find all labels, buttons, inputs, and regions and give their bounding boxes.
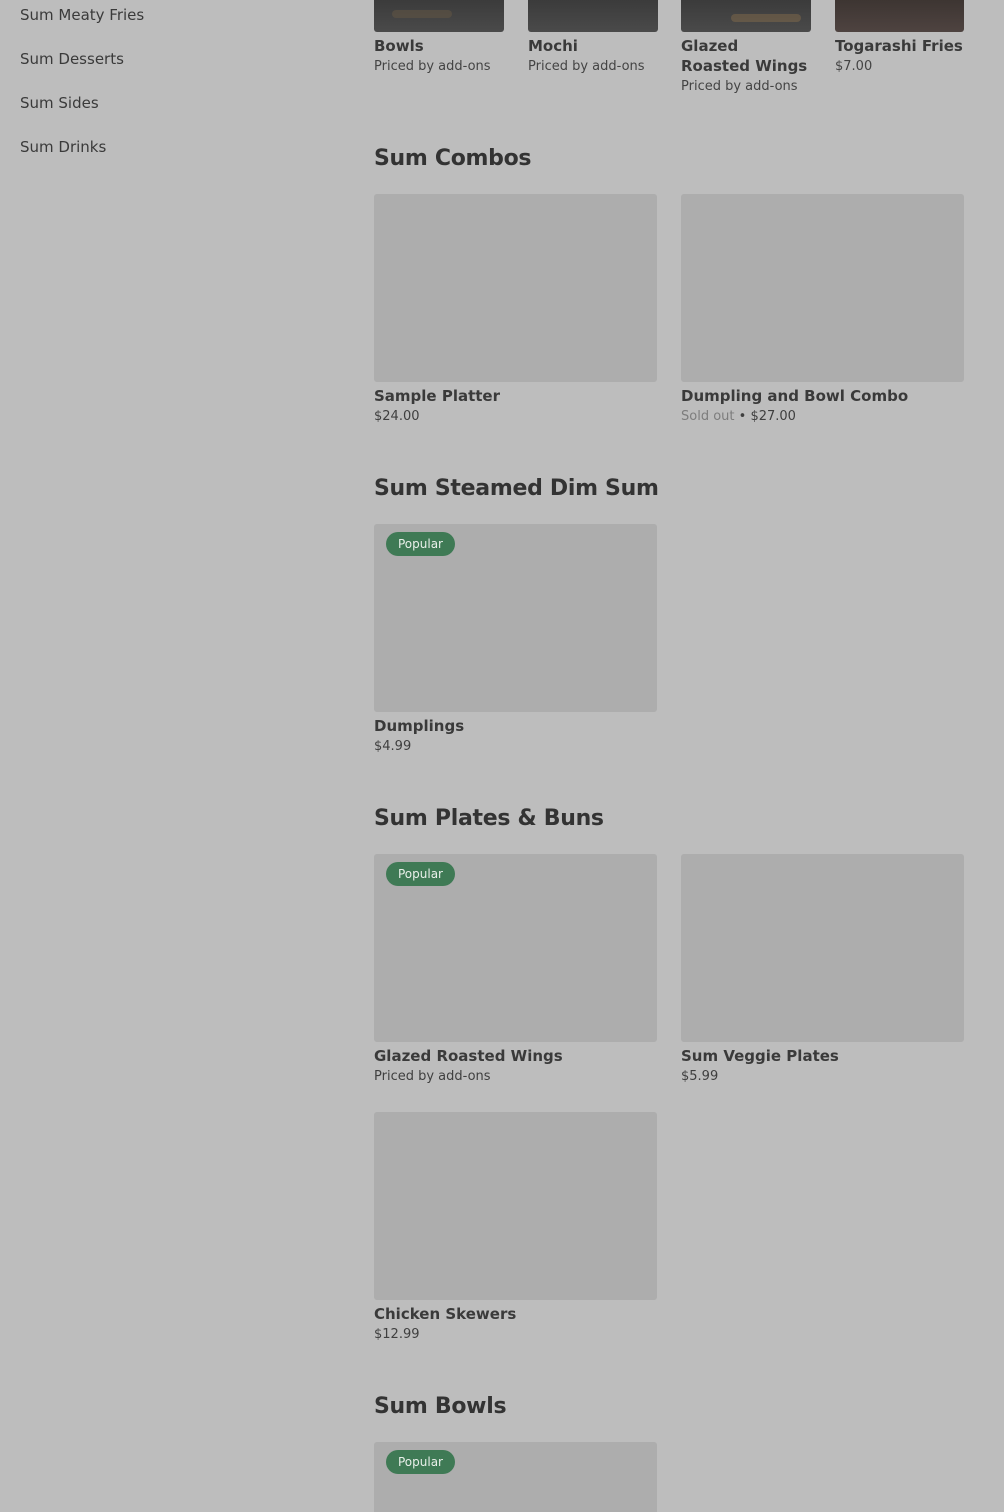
featured-item-price: $7.00 [835, 59, 873, 74]
menu-item-bowls-popular[interactable]: Popular [374, 1442, 657, 1512]
menu-item-name: Sample Platter [374, 387, 500, 405]
featured-item-image [835, 0, 964, 32]
featured-item-glazed-roasted-wings[interactable]: Glazed Roasted Wings Priced by add-ons [681, 0, 811, 96]
sidebar-item-meaty-fries[interactable]: Sum Meaty Fries [20, 6, 144, 24]
menu-item-sample-platter[interactable]: Sample Platter $24.00 [374, 194, 657, 426]
menu-item-price: $5.99 [681, 1069, 719, 1084]
menu-item-name: Glazed Roasted Wings [374, 1047, 563, 1065]
featured-item-bowls[interactable]: Bowls Priced by add-ons [374, 0, 504, 76]
menu-item-image [681, 854, 964, 1042]
sidebar-item-drinks[interactable]: Sum Drinks [20, 138, 106, 156]
menu-item-price: Priced by add-ons [374, 1069, 491, 1084]
menu-item-name: Sum Veggie Plates [681, 1047, 839, 1065]
menu-item-image [374, 194, 657, 382]
menu-item-price-line: Sold out • $27.00 [681, 408, 964, 426]
featured-item-image [528, 0, 658, 32]
featured-item-price: Priced by add-ons [681, 79, 798, 94]
featured-item-price: Priced by add-ons [374, 59, 491, 74]
sold-out-label: Sold out [681, 409, 735, 424]
menu-item-image: Popular [374, 1442, 657, 1512]
menu-item-sum-veggie-plates[interactable]: Sum Veggie Plates $5.99 [681, 854, 964, 1086]
menu-item-image: Popular [374, 854, 657, 1042]
menu-item-image [374, 1112, 657, 1300]
popular-badge: Popular [386, 1450, 455, 1474]
featured-item-name: Glazed Roasted Wings [681, 37, 808, 75]
featured-item-togarashi-fries[interactable]: Togarashi Fries $7.00 [835, 0, 964, 76]
menu-item-glazed-roasted-wings[interactable]: Popular Glazed Roasted Wings Priced by a… [374, 854, 657, 1086]
menu-item-price: $27.00 [750, 409, 796, 424]
menu-item-price: $4.99 [374, 739, 412, 754]
menu-item-image: Popular [374, 524, 657, 712]
menu-item-name: Chicken Skewers [374, 1305, 517, 1323]
menu-item-price: $12.99 [374, 1327, 420, 1342]
menu-item-dumpling-bowl-combo[interactable]: Dumpling and Bowl Combo Sold out • $27.0… [681, 194, 964, 426]
menu-page: Sum Meaty Fries Sum Desserts Sum Sides S… [0, 0, 1004, 1512]
menu-item-image [681, 194, 964, 382]
menu-item-price: $24.00 [374, 409, 420, 424]
featured-item-mochi[interactable]: Mochi Priced by add-ons [528, 0, 658, 76]
sidebar-item-sides[interactable]: Sum Sides [20, 94, 99, 112]
section-title-steamed-dim-sum: Sum Steamed Dim Sum [374, 476, 659, 501]
popular-badge: Popular [386, 532, 455, 556]
section-title-combos: Sum Combos [374, 146, 532, 171]
sidebar-item-desserts[interactable]: Sum Desserts [20, 50, 124, 68]
menu-item-name: Dumplings [374, 717, 465, 735]
section-title-bowls: Sum Bowls [374, 1394, 507, 1419]
menu-item-dumplings[interactable]: Popular Dumplings $4.99 [374, 524, 657, 756]
section-title-plates-buns: Sum Plates & Buns [374, 806, 604, 831]
price-separator: • [734, 409, 751, 424]
featured-item-image [374, 0, 504, 32]
featured-item-name: Mochi [528, 37, 578, 55]
featured-item-name: Bowls [374, 37, 424, 55]
menu-item-name: Dumpling and Bowl Combo [681, 387, 909, 405]
popular-badge: Popular [386, 862, 455, 886]
featured-item-name: Togarashi Fries [835, 37, 963, 55]
featured-item-image [681, 0, 811, 32]
featured-item-price: Priced by add-ons [528, 59, 645, 74]
menu-item-chicken-skewers[interactable]: Chicken Skewers $12.99 [374, 1112, 657, 1344]
